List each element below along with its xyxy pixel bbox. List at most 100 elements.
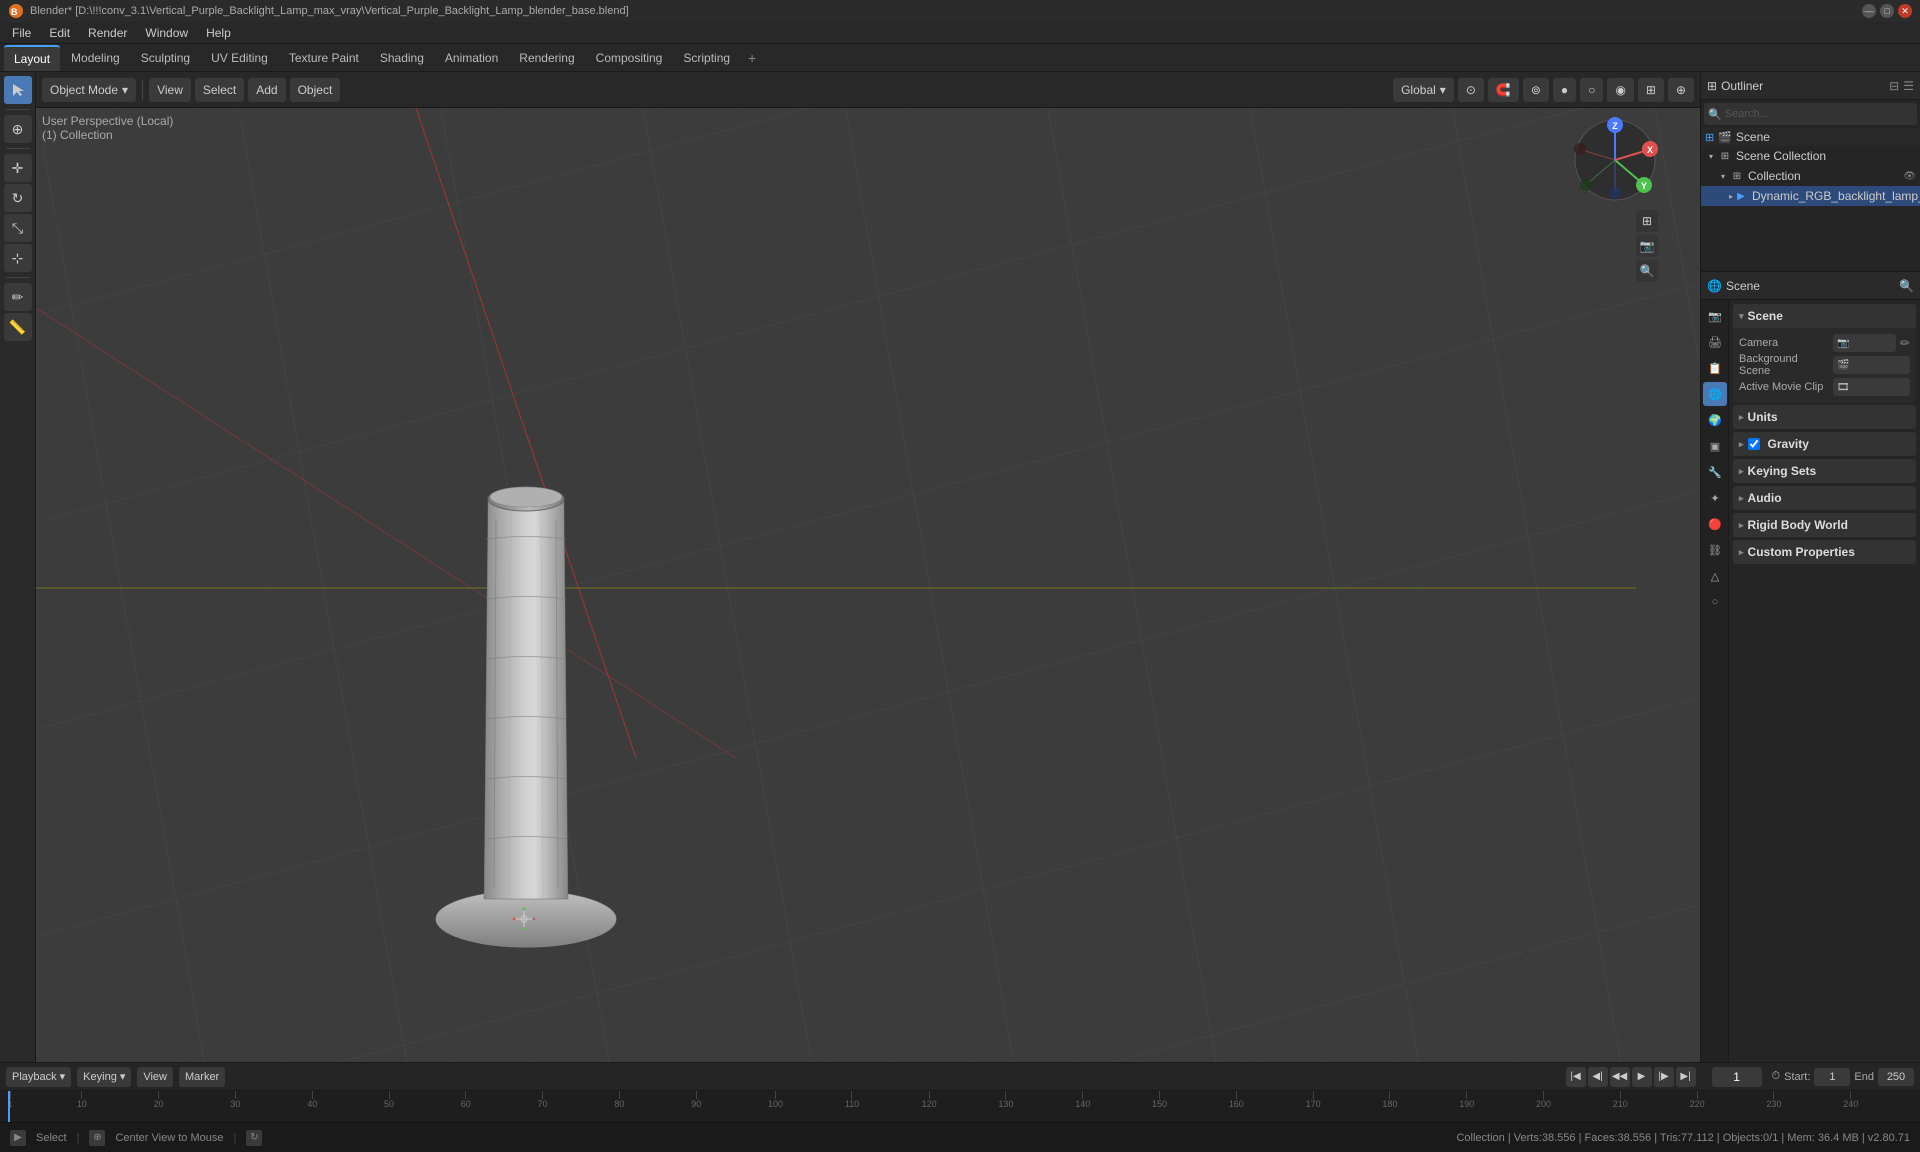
camera-edit-icon[interactable]: ✏	[1900, 336, 1910, 350]
snap-btn[interactable]: 🧲	[1488, 78, 1519, 102]
global-space-btn[interactable]: Global ▾	[1393, 78, 1454, 102]
menu-window[interactable]: Window	[137, 24, 196, 42]
svg-text:B: B	[11, 7, 18, 17]
outliner-search[interactable]: 🔍 Search...	[1704, 103, 1917, 125]
rigid-body-section-header[interactable]: ▸ Rigid Body World	[1733, 513, 1916, 537]
gravity-section-header[interactable]: ▸ Gravity	[1733, 432, 1916, 456]
active-movie-clip-value[interactable]: 🎞	[1833, 378, 1910, 396]
camera-value[interactable]: 📷	[1833, 334, 1896, 352]
add-label: Add	[256, 83, 277, 97]
end-frame-input[interactable]: 250	[1878, 1068, 1914, 1086]
render-props-icon[interactable]: 📷	[1703, 304, 1727, 328]
output-props-icon[interactable]: 🖨	[1703, 330, 1727, 354]
jump-start-btn[interactable]: |◀	[1566, 1067, 1586, 1087]
gravity-checkbox[interactable]	[1748, 438, 1760, 450]
keying-btn[interactable]: Keying ▾	[77, 1067, 131, 1087]
object-props-icon[interactable]: ▣	[1703, 434, 1727, 458]
current-frame-input[interactable]: 1	[1712, 1067, 1762, 1087]
play-btn[interactable]: ▶	[1632, 1067, 1652, 1087]
world-props-icon[interactable]: 🌍	[1703, 408, 1727, 432]
modifier-props-icon[interactable]: 🔧	[1703, 460, 1727, 484]
cursor-tool-button[interactable]: ⊕	[4, 115, 32, 143]
measure-tool-button[interactable]: 📏	[4, 313, 32, 341]
add-menu-btn[interactable]: Add	[248, 78, 285, 102]
shading-wireframe-btn[interactable]: ○	[1580, 78, 1603, 102]
playback-btn[interactable]: Playback ▾	[6, 1067, 71, 1087]
workspace-tab-scripting[interactable]: Scripting	[673, 45, 740, 71]
custom-props-section-header[interactable]: ▸ Custom Properties	[1733, 540, 1916, 564]
shading-rendered-btn[interactable]: ◉	[1607, 78, 1633, 102]
particles-props-icon[interactable]: ✦	[1703, 486, 1727, 510]
frame-mark-220: 220	[1690, 1091, 1705, 1109]
camera-view-btn[interactable]: 📷	[1636, 235, 1658, 257]
viewport-3d[interactable]: User Perspective (Local) (1) Collection	[36, 108, 1700, 1062]
move-tool-button[interactable]: ✛	[4, 154, 32, 182]
scene-props-icon[interactable]: 🌐	[1703, 382, 1727, 406]
proportional-edit-btn[interactable]: ⊚	[1523, 78, 1549, 102]
svg-text:Y: Y	[1641, 181, 1647, 191]
menu-render[interactable]: Render	[80, 24, 135, 42]
audio-section-header[interactable]: ▸ Audio	[1733, 486, 1916, 510]
material-props-icon[interactable]: ○	[1703, 590, 1727, 614]
menu-help[interactable]: Help	[198, 24, 239, 42]
outliner-menu-icon[interactable]: ☰	[1903, 79, 1914, 93]
constraints-props-icon[interactable]: ⛓	[1703, 538, 1727, 562]
annotate-tool-button[interactable]: ✏	[4, 283, 32, 311]
minimize-button[interactable]: —	[1862, 4, 1876, 18]
rotate-tool-button[interactable]: ↻	[4, 184, 32, 212]
mode-dropdown-icon: ▾	[122, 83, 128, 97]
outliner-filter-icon[interactable]: ⊟	[1889, 79, 1899, 93]
keying-sets-section-header[interactable]: ▸ Keying Sets	[1733, 459, 1916, 483]
object-menu-btn[interactable]: Object	[290, 78, 341, 102]
data-props-icon[interactable]: △	[1703, 564, 1727, 588]
gizmo-btn[interactable]: ⊕	[1668, 78, 1694, 102]
jump-end-btn[interactable]: ▶|	[1676, 1067, 1696, 1087]
grid-view-btn[interactable]: ⊞	[1636, 210, 1658, 232]
zoom-btn[interactable]: 🔍	[1636, 260, 1658, 282]
prev-keyframe-btn[interactable]: ◀|	[1588, 1067, 1608, 1087]
view-menu-btn[interactable]: View	[149, 78, 191, 102]
navigation-gizmo[interactable]: Z Y X	[1570, 115, 1660, 205]
workspace-add-button[interactable]: +	[741, 47, 763, 69]
shading-solid-btn[interactable]: ●	[1553, 78, 1576, 102]
next-keyframe-btn[interactable]: |▶	[1654, 1067, 1674, 1087]
workspace-tab-shading[interactable]: Shading	[370, 45, 434, 71]
properties-search-icon[interactable]: 🔍	[1899, 279, 1914, 293]
maximize-button[interactable]: □	[1880, 4, 1894, 18]
overlay-btn[interactable]: ⊞	[1638, 78, 1664, 102]
start-frame-input[interactable]: 1	[1814, 1068, 1850, 1086]
marker-btn[interactable]: Marker	[179, 1067, 225, 1087]
workspace-tab-texture-paint[interactable]: Texture Paint	[279, 45, 369, 71]
timeline-ruler[interactable]: 1102030405060708090100110120130140150160…	[0, 1091, 1920, 1123]
close-button[interactable]: ✕	[1898, 4, 1912, 18]
camera-row: Camera 📷 ✏	[1739, 332, 1910, 354]
keying-sets-arrow: ▸	[1739, 466, 1744, 477]
scale-tool-button[interactable]: ⤡	[4, 214, 32, 242]
menu-edit[interactable]: Edit	[41, 24, 78, 42]
outliner-lamp-object[interactable]: ▸ ▶ Dynamic_RGB_backlight_lamp_geo2_v1	[1701, 186, 1920, 206]
workspace-tab-modeling[interactable]: Modeling	[61, 45, 130, 71]
menu-file[interactable]: File	[4, 24, 39, 42]
pivot-btn[interactable]: ⊙	[1458, 78, 1484, 102]
units-section-header[interactable]: ▸ Units	[1733, 405, 1916, 429]
outliner-collection[interactable]: ▾ ⊞ Collection 👁	[1701, 166, 1920, 186]
workspace-tab-layout[interactable]: Layout	[4, 45, 60, 71]
workspace-tab-uv-editing[interactable]: UV Editing	[201, 45, 278, 71]
workspace-tab-compositing[interactable]: Compositing	[586, 45, 673, 71]
select-menu-btn[interactable]: Select	[195, 78, 244, 102]
frame-mark-10: 10	[77, 1091, 87, 1109]
workspace-tab-animation[interactable]: Animation	[435, 45, 508, 71]
play-reverse-btn[interactable]: ◀◀	[1610, 1067, 1630, 1087]
workspace-tab-sculpting[interactable]: Sculpting	[131, 45, 200, 71]
select-tool-button[interactable]	[4, 76, 32, 104]
scene-section-header[interactable]: ▾ Scene	[1733, 304, 1916, 328]
view-layer-props-icon[interactable]: 📋	[1703, 356, 1727, 380]
object-mode-dropdown[interactable]: Object Mode ▾	[42, 78, 136, 102]
physics-props-icon[interactable]: 🔴	[1703, 512, 1727, 536]
collection-visibility-icon[interactable]: 👁	[1903, 171, 1916, 182]
timeline-view-btn[interactable]: View	[137, 1067, 173, 1087]
background-scene-value[interactable]: 🎬	[1833, 356, 1910, 374]
outliner-scene-collection[interactable]: ▾ ⊞ Scene Collection	[1701, 146, 1920, 166]
transform-tool-button[interactable]: ⊹	[4, 244, 32, 272]
workspace-tab-rendering[interactable]: Rendering	[509, 45, 584, 71]
